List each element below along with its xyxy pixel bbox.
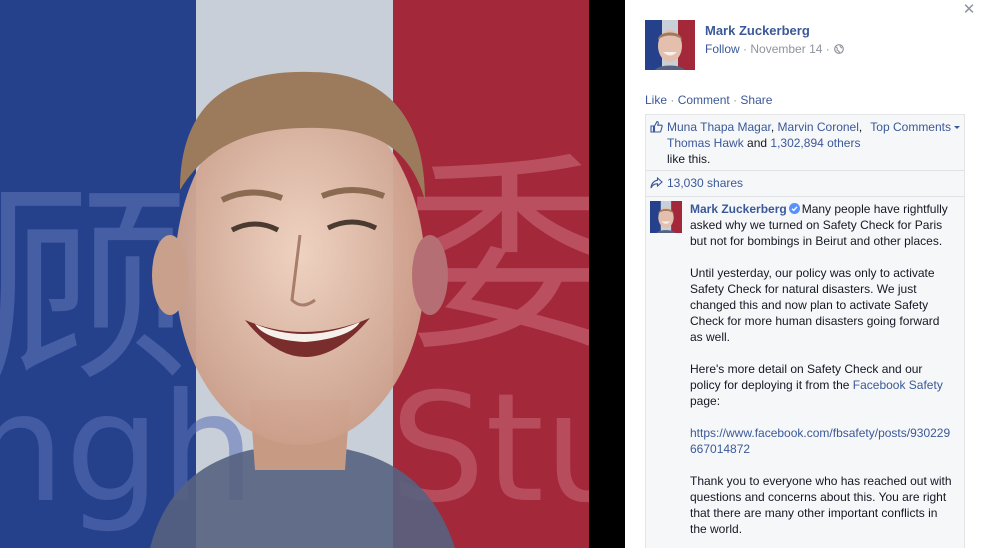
likes-and: and: [747, 136, 768, 150]
globe-icon[interactable]: [833, 44, 844, 54]
top-comments-dropdown[interactable]: Top Comments: [870, 119, 960, 135]
likes-suffix: like this.: [667, 152, 711, 166]
separator: ·: [743, 42, 748, 56]
liker-name[interactable]: Marvin Coronel: [778, 120, 859, 134]
verified-badge-icon: [788, 203, 800, 214]
comment-link[interactable]: Comment: [678, 93, 730, 107]
separator: ·: [670, 93, 678, 107]
comment-text: Mark Zuckerberg Many people have rightful…: [690, 201, 952, 548]
comment-paragraph: Until yesterday, our policy was only to …: [690, 266, 940, 344]
chevron-down-icon: [954, 125, 960, 129]
separator: ·: [825, 42, 830, 56]
comment-paragraph: page:: [690, 394, 721, 408]
liker-name[interactable]: Muna Thapa Magar: [667, 120, 771, 134]
profile-photo-illustration: 顾 委 ngh Stu: [0, 0, 589, 548]
comment-author-name[interactable]: Mark Zuckerberg: [690, 202, 787, 216]
shares-summary[interactable]: 13,030 shares: [646, 171, 964, 197]
close-icon[interactable]: ✕: [961, 2, 977, 18]
comment-item: Mark Zuckerberg Many people have rightful…: [646, 197, 964, 548]
ear-left: [152, 235, 188, 315]
post-actions: Like · Comment · Share: [645, 93, 772, 107]
top-comments-label: Top Comments: [870, 120, 951, 134]
post-author-header: Mark Zuckerberg Follow · November 14 ·: [645, 20, 844, 70]
post-photo[interactable]: 顾 委 ngh Stu: [0, 0, 589, 548]
avatar[interactable]: [650, 201, 682, 233]
avatar[interactable]: [645, 20, 695, 70]
ear-right: [412, 235, 448, 315]
likes-summary: Muna Thapa Magar, Marvin Coronel, Thomas…: [646, 115, 964, 171]
like-link[interactable]: Like: [645, 93, 667, 107]
feedback-panel: Muna Thapa Magar, Marvin Coronel, Thomas…: [645, 114, 965, 548]
comment-url-link[interactable]: https://www.facebook.com/fbsafety/posts/…: [690, 426, 950, 456]
post-meta: Follow · November 14 ·: [705, 42, 844, 56]
likes-others-link[interactable]: 1,302,894 others: [770, 136, 860, 150]
post-date[interactable]: November 14: [750, 42, 822, 56]
like-thumb-icon: [650, 120, 663, 133]
post-sidebar: ✕ Mark Zuckerberg Follow · November 14 ·: [625, 0, 983, 548]
comment-paragraph: Thank you to everyone who has reached ou…: [690, 474, 952, 536]
follow-button[interactable]: Follow: [705, 42, 740, 56]
shares-count: 13,030 shares: [667, 176, 744, 190]
photo-viewer: 顾 委 ngh Stu: [0, 0, 625, 548]
facebook-safety-link[interactable]: Facebook Safety: [853, 378, 943, 392]
liker-name[interactable]: Thomas Hawk: [667, 136, 744, 150]
share-link[interactable]: Share: [740, 93, 772, 107]
post-author-name[interactable]: Mark Zuckerberg: [705, 23, 844, 38]
share-arrow-icon: [650, 177, 663, 189]
